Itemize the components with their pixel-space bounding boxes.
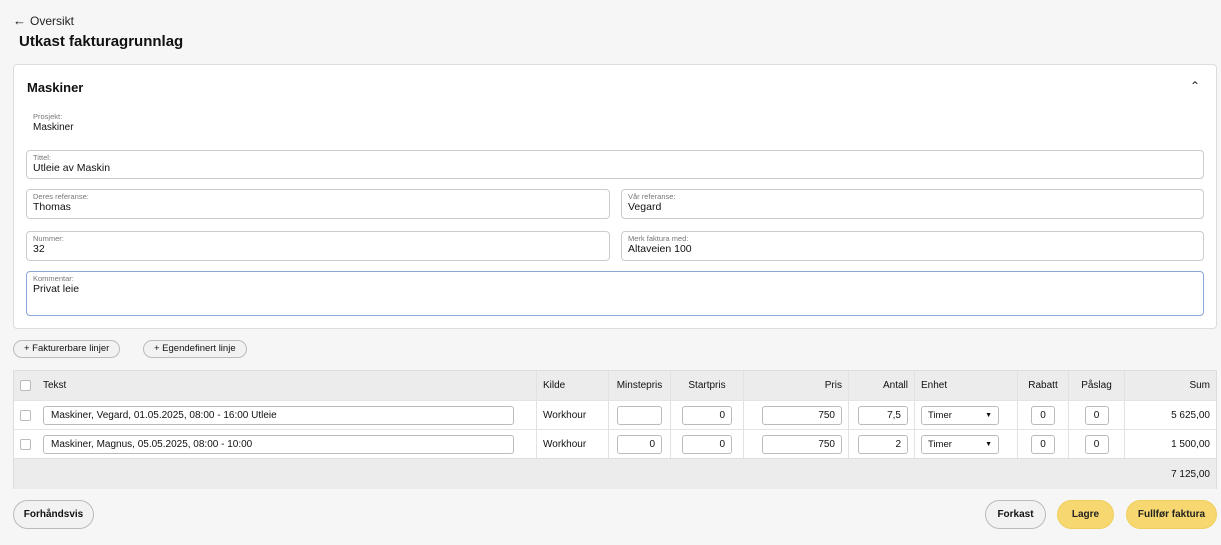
table-total-row: 7 125,00 [14, 458, 1216, 489]
row-rabatt-input[interactable]: 0 [1031, 434, 1055, 454]
header-kilde: Kilde [537, 371, 609, 400]
table-row: Maskiner, Magnus, 05.05.2025, 08:00 - 10… [14, 429, 1216, 458]
project-field: Prosjekt: Maskiner [33, 112, 74, 133]
mark-invoice-field[interactable]: Merk faktura med: Altaveien 100 [621, 231, 1204, 261]
row-antall-input[interactable]: 7,5 [858, 405, 908, 425]
table-row: Maskiner, Vegard, 01.05.2025, 08:00 - 16… [14, 400, 1216, 429]
row-pris-input[interactable]: 750 [762, 405, 842, 425]
row-tekst-input[interactable]: Maskiner, Vegard, 01.05.2025, 08:00 - 16… [43, 405, 514, 425]
save-button[interactable]: Lagre [1057, 500, 1114, 529]
row-kilde: Workhour [537, 401, 609, 429]
their-reference-label: Deres referanse: [33, 192, 89, 201]
preview-button[interactable]: Forhåndsvis [13, 500, 94, 529]
header-rabatt: Rabatt [1018, 371, 1069, 400]
project-value: Maskiner [33, 122, 74, 133]
number-label: Nummer: [33, 234, 64, 243]
row-startpris-cell: 0 [671, 430, 744, 458]
row-enhet-cell: Timer ▼ [915, 430, 1018, 458]
their-reference-value: Thomas [33, 201, 71, 213]
back-link-label: Oversikt [30, 13, 75, 28]
invoice-lines-table: Tekst Kilde Minstepris Startpris Pris An… [13, 370, 1217, 489]
row-paslag-input[interactable]: 0 [1084, 405, 1109, 425]
row-checkbox[interactable] [20, 409, 31, 421]
title-field-value: Utleie av Maskin [33, 162, 111, 174]
row-pris-input[interactable]: 750 [762, 434, 842, 454]
number-value: 32 [33, 243, 45, 255]
row-rabatt-cell: 0 [1018, 430, 1069, 458]
discard-button[interactable]: Forkast [985, 500, 1046, 529]
row-startpris-input[interactable]: 0 [682, 434, 732, 454]
caret-down-icon: ▼ [985, 440, 992, 448]
row-enhet-select[interactable]: Timer ▼ [921, 405, 999, 425]
row-enhet-select[interactable]: Timer ▼ [921, 434, 999, 454]
add-billable-lines-button[interactable]: + Fakturerbare linjer [13, 340, 121, 358]
header-antall: Antall [849, 371, 915, 400]
caret-down-icon: ▼ [985, 411, 992, 419]
comment-field[interactable]: Kommentar: Privat leie [26, 271, 1204, 316]
row-minstepris-cell: 0 [609, 430, 671, 458]
page-title: Utkast fakturagrunnlag [19, 33, 184, 50]
row-rabatt-input[interactable]: 0 [1031, 405, 1055, 425]
header-tekst-cell: Tekst [14, 371, 537, 400]
table-total: 7 125,00 [1171, 468, 1210, 480]
header-minstepris: Minstepris [609, 371, 671, 400]
mark-invoice-label: Merk faktura med: [628, 234, 689, 243]
our-reference-field[interactable]: Vår referanse: Vegard [621, 189, 1204, 219]
row-kilde: Workhour [537, 430, 609, 458]
row-tekst-input[interactable]: Maskiner, Magnus, 05.05.2025, 08:00 - 10… [43, 434, 514, 454]
arrow-left-icon: ← [13, 13, 26, 28]
row-minstepris-input[interactable] [617, 405, 662, 425]
number-field[interactable]: Nummer: 32 [26, 231, 610, 261]
row-antall-cell: 7,5 [849, 401, 915, 429]
chevron-up-icon[interactable]: ⌃ [1190, 79, 1200, 93]
row-enhet-value: Timer [928, 438, 952, 450]
comment-label: Kommentar: [33, 274, 74, 283]
title-field-label: Tittel: [33, 153, 52, 162]
header-pris: Pris [744, 371, 849, 400]
row-enhet-value: Timer [928, 409, 952, 421]
header-startpris: Startpris [671, 371, 744, 400]
row-antall-input[interactable]: 2 [858, 434, 908, 454]
row-sum: 1 500,00 [1171, 438, 1210, 450]
back-link[interactable]: ← Oversikt [13, 13, 74, 28]
header-enhet: Enhet [915, 371, 1018, 400]
row-minstepris-cell [609, 401, 671, 429]
project-label: Prosjekt: [33, 112, 63, 121]
row-pris-cell: 750 [744, 430, 849, 458]
row-paslag-cell: 0 [1069, 401, 1125, 429]
complete-invoice-button[interactable]: Fullfør faktura [1126, 500, 1217, 529]
comment-value: Privat leie [33, 283, 80, 295]
row-tekst-cell: Maskiner, Magnus, 05.05.2025, 08:00 - 10… [14, 430, 537, 458]
header-paslag: Påslag [1069, 371, 1125, 400]
section-title: Maskiner [27, 80, 84, 95]
our-reference-value: Vegard [628, 201, 662, 213]
header-sum: Sum [1189, 380, 1210, 391]
mark-invoice-value: Altaveien 100 [628, 243, 692, 255]
row-minstepris-input[interactable]: 0 [617, 434, 662, 454]
row-startpris-input[interactable]: 0 [682, 405, 732, 425]
add-custom-line-button[interactable]: + Egendefinert linje [143, 340, 247, 358]
select-all-checkbox[interactable] [20, 380, 31, 391]
row-enhet-cell: Timer ▼ [915, 401, 1018, 429]
row-checkbox[interactable] [20, 438, 31, 450]
row-antall-cell: 2 [849, 430, 915, 458]
row-rabatt-cell: 0 [1018, 401, 1069, 429]
row-pris-cell: 750 [744, 401, 849, 429]
invoice-details-card: Maskiner ⌃ Prosjekt: Maskiner Tittel: Ut… [13, 64, 1217, 329]
header-tekst: Tekst [43, 380, 67, 391]
table-header-row: Tekst Kilde Minstepris Startpris Pris An… [14, 371, 1216, 400]
row-tekst-cell: Maskiner, Vegard, 01.05.2025, 08:00 - 16… [14, 401, 537, 429]
row-sum: 5 625,00 [1171, 409, 1210, 421]
row-startpris-cell: 0 [671, 401, 744, 429]
our-reference-label: Vår referanse: [628, 192, 676, 201]
row-paslag-cell: 0 [1069, 430, 1125, 458]
their-reference-field[interactable]: Deres referanse: Thomas [26, 189, 610, 219]
title-field[interactable]: Tittel: Utleie av Maskin [26, 150, 1204, 179]
row-paslag-input[interactable]: 0 [1084, 434, 1109, 454]
